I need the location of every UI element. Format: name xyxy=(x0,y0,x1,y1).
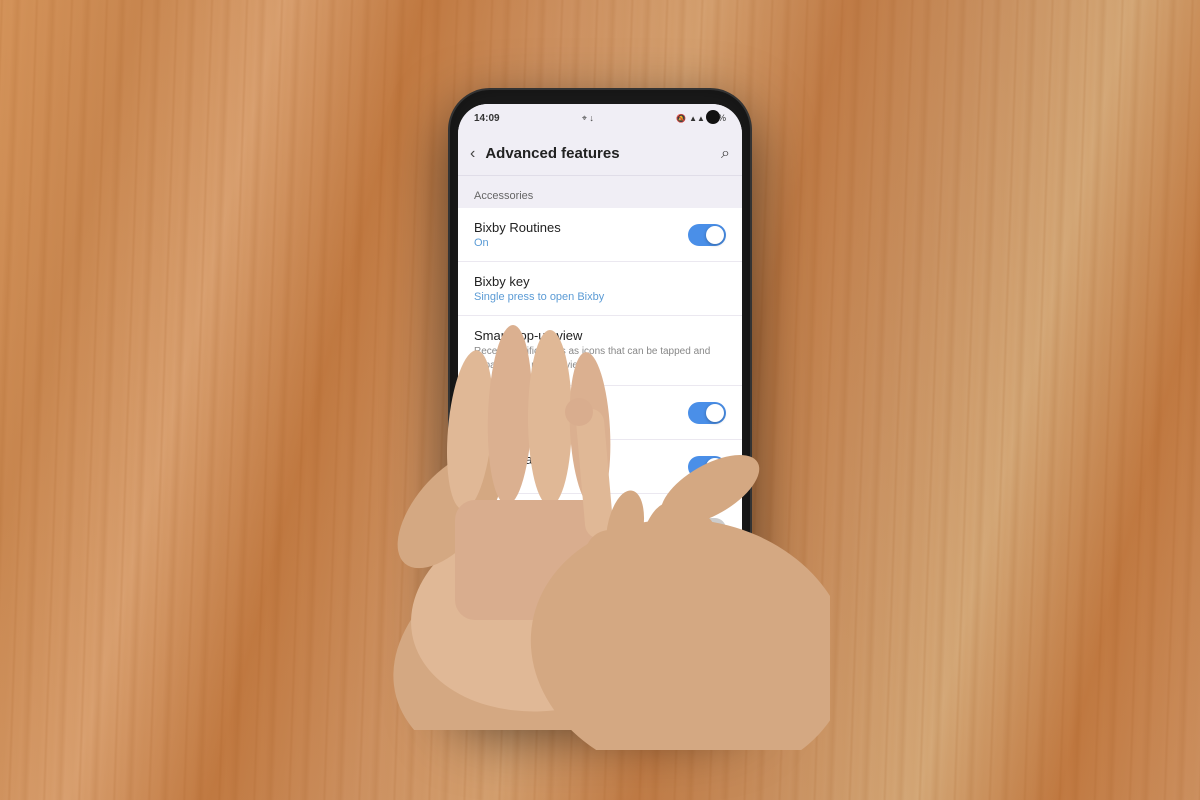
direct-share-status: On xyxy=(474,469,678,481)
smart-capture-toggle[interactable] xyxy=(688,402,726,424)
camera-punch-hole xyxy=(706,110,720,124)
setting-bixby-routines[interactable]: Bixby Routines On xyxy=(458,208,742,262)
status-bar: 14:09 ⌖ ↓ 🔕 ▲▲ 92% xyxy=(458,104,742,132)
toggle-knob xyxy=(706,226,724,244)
setting-smart-capture[interactable]: Smart capture On xyxy=(458,386,742,440)
motions-gestures-info: Motions and gestures Manage features rel… xyxy=(474,576,726,607)
smart-capture-status: On xyxy=(474,415,678,427)
reduce-animations-toggle[interactable] xyxy=(688,518,726,540)
search-icon[interactable]: ⌕ xyxy=(721,145,730,163)
nav-bar: ‹ ○ ||| xyxy=(458,660,742,696)
toggle-knob xyxy=(706,458,724,476)
setting-smart-popup[interactable]: Smart pop-up view Receive notifications … xyxy=(458,316,742,386)
phone-screen: 14:09 ⌖ ↓ 🔕 ▲▲ 92% ‹ Advanced features ⌕… xyxy=(458,104,742,696)
section-header-accessories: Accessories xyxy=(458,176,742,208)
setting-direct-share[interactable]: Direct share On xyxy=(458,440,742,494)
smart-popup-info: Smart pop-up view Receive notifications … xyxy=(474,328,726,373)
status-time: 14:09 xyxy=(474,113,500,124)
direct-share-title: Direct share xyxy=(474,452,678,467)
direct-share-toggle[interactable] xyxy=(688,456,726,478)
setting-bixby-key[interactable]: Bixby key Single press to open Bixby xyxy=(458,262,742,316)
bixby-routines-toggle[interactable] xyxy=(688,224,726,246)
nav-home-button[interactable]: ○ xyxy=(577,665,617,693)
setting-motions-gestures[interactable]: Motions and gestures Manage features rel… xyxy=(458,564,742,620)
bixby-key-status: Single press to open Bixby xyxy=(474,291,716,303)
settings-list: Accessories Bixby Routines On Bixby key xyxy=(458,176,742,660)
reduce-animations-desc: Tone down motion effects on the screen, … xyxy=(474,523,678,551)
smart-popup-title: Smart pop-up view xyxy=(474,328,716,343)
bixby-key-title: Bixby key xyxy=(474,274,716,289)
motions-gestures-title: Motions and gestures xyxy=(474,576,716,591)
bixby-routines-info: Bixby Routines On xyxy=(474,220,688,249)
bixby-routines-status: On xyxy=(474,237,678,249)
bixby-routines-title: Bixby Routines xyxy=(474,220,678,235)
status-pins: ⌖ ↓ xyxy=(582,113,594,124)
nav-recents-button[interactable]: ||| xyxy=(672,665,715,693)
phone-wrapper: 14:09 ⌖ ↓ 🔕 ▲▲ 92% ‹ Advanced features ⌕… xyxy=(450,90,750,710)
app-bar-title: Advanced features xyxy=(485,145,721,162)
toggle-knob xyxy=(706,404,724,422)
nav-back-button[interactable]: ‹ xyxy=(485,665,522,693)
smart-capture-title: Smart capture xyxy=(474,398,678,413)
mute-icon: 🔕 xyxy=(676,114,686,123)
motions-gestures-desc: Manage features related to motions and g… xyxy=(474,593,716,607)
reduce-animations-info: Reduce animations Tone down motion effec… xyxy=(474,506,688,551)
bixby-key-info: Bixby key Single press to open Bixby xyxy=(474,274,726,303)
reduce-animations-title: Reduce animations xyxy=(474,506,678,521)
smart-capture-info: Smart capture On xyxy=(474,398,688,427)
setting-reduce-animations[interactable]: Reduce animations Tone down motion effec… xyxy=(458,494,742,564)
app-bar: ‹ Advanced features ⌕ xyxy=(458,132,742,176)
signal-icon: ▲▲ xyxy=(689,114,705,123)
phone-body: 14:09 ⌖ ↓ 🔕 ▲▲ 92% ‹ Advanced features ⌕… xyxy=(450,90,750,710)
direct-share-info: Direct share On xyxy=(474,452,688,481)
back-button[interactable]: ‹ xyxy=(470,145,475,163)
smart-popup-desc: Receive notifications as icons that can … xyxy=(474,345,716,373)
toggle-knob xyxy=(690,520,708,538)
